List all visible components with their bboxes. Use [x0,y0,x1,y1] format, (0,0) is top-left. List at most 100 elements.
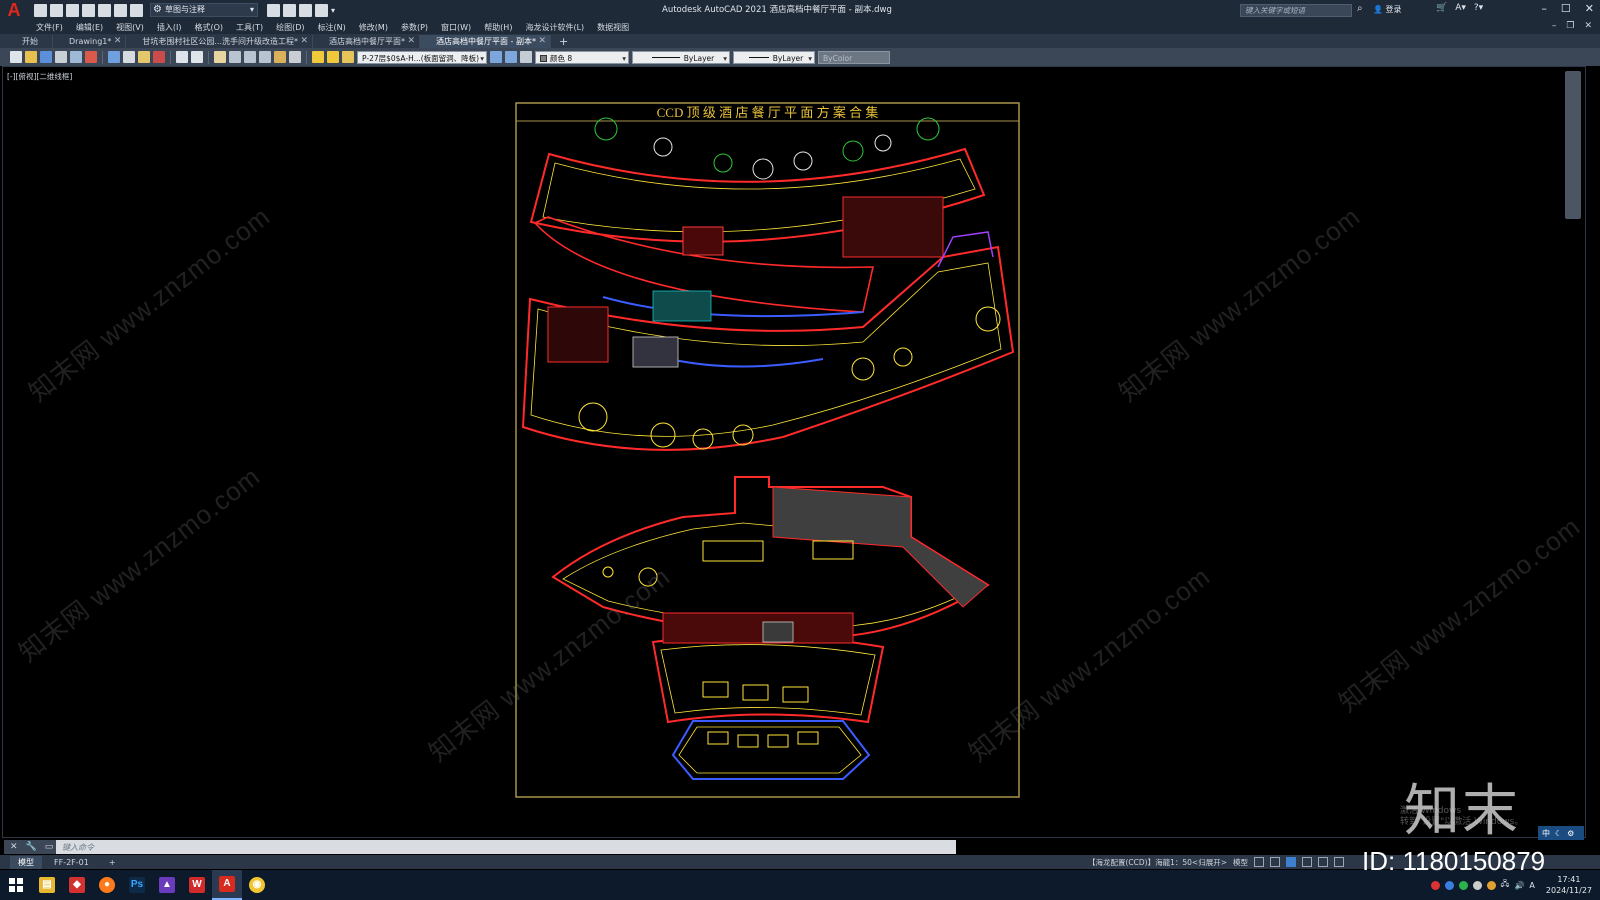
print-icon[interactable] [130,3,143,17]
doc-minimize-icon[interactable]: – [1552,21,1557,31]
menu-item[interactable]: 插入(I) [157,22,182,33]
copy-icon[interactable] [123,51,135,63]
ime-indicator[interactable]: 中 ☾ ⚙ [1538,826,1584,840]
tab-close-icon[interactable]: ✕ [538,35,546,48]
osnap-icon[interactable] [1317,857,1328,867]
tab-close-icon[interactable]: ✕ [114,35,122,48]
save-icon[interactable] [66,3,79,17]
save-as-icon[interactable] [82,3,95,17]
zoom-realtime-icon[interactable] [229,51,241,63]
firefox-icon[interactable]: ● [92,870,122,900]
system-clock[interactable]: 17:41 2024/11/27 [1546,874,1592,896]
save-web-icon[interactable] [114,3,127,17]
login-button[interactable]: 👤 登录 [1373,4,1402,15]
file-tab[interactable]: 酒店高档中餐厅平面 - 副本* ✕ [420,35,551,48]
app-red-icon[interactable]: ◆ [62,870,92,900]
file-tab[interactable]: 酒店高档中餐厅平面* ✕ [313,35,420,48]
make-current-layer-icon[interactable] [490,51,502,63]
menu-item[interactable]: 格式(O) [194,22,223,33]
layer-lock-icon[interactable] [342,51,354,63]
input-language-icon[interactable]: A [1529,881,1534,890]
undo-icon[interactable] [176,51,188,63]
wps-icon[interactable]: W [182,870,212,900]
snap-icon[interactable] [1269,857,1280,867]
drawing-viewport[interactable]: [-][俯视][二维线框] CCD 顶 级 酒 店 餐 厅 平 面 方 案 合 … [2,66,1586,838]
ortho-icon[interactable] [1285,857,1296,867]
cut-icon[interactable] [108,51,120,63]
menu-item[interactable]: 修改(M) [359,22,388,33]
file-explorer-icon[interactable]: ▤ [32,870,62,900]
layer-dropdown[interactable]: P-27层$0$A-H...(板面留洞、降板) [357,50,487,64]
menu-item[interactable]: 标注(N) [318,22,346,33]
plot-icon[interactable] [299,3,312,17]
new-icon[interactable] [10,51,22,63]
tray-app-icon[interactable] [1486,880,1496,890]
tray-app-icon[interactable] [1430,880,1440,890]
floor-plan-drawing[interactable]: CCD 顶 级 酒 店 餐 厅 平 面 方 案 合 集 [3,67,1586,838]
autocad-logo-icon[interactable]: A [0,0,28,20]
navigation-bar[interactable] [1565,71,1581,219]
lineweight-dropdown[interactable]: ByLayer [733,50,815,64]
new-tab-icon[interactable]: + [551,35,576,48]
app-purple-icon[interactable]: ▲ [152,870,182,900]
tab-close-icon[interactable]: ✕ [407,35,415,48]
otrack-icon[interactable] [1333,857,1344,867]
maximize-icon[interactable]: ☐ [1561,2,1571,15]
pan-icon[interactable] [214,51,226,63]
close-command-line-icon[interactable]: ✕ [10,842,18,852]
open-icon[interactable] [25,51,37,63]
search-input[interactable]: 键入关键字或短语 [1240,4,1352,17]
qat-dropdown-icon[interactable]: ▾ [331,6,335,15]
zoom-previous-icon[interactable] [259,51,271,63]
publish-icon[interactable] [267,3,280,17]
menu-item[interactable]: 数据视图 [597,22,629,33]
redo-icon[interactable] [191,51,203,63]
menu-item[interactable]: 编辑(E) [76,22,103,33]
paste-icon[interactable] [138,51,150,63]
file-tab[interactable]: 开始 [6,35,53,48]
grid-icon[interactable] [1253,857,1264,867]
color-dropdown[interactable]: 颜色 8 [535,50,629,64]
model-space-button[interactable]: 模型 [1233,857,1248,868]
layout-tab[interactable]: FF-2F-01 [46,856,97,869]
print-icon[interactable] [55,51,67,63]
design-center-icon[interactable] [289,51,301,63]
menu-item[interactable]: 工具(T) [236,22,263,33]
layer-freeze-icon[interactable] [327,51,339,63]
menu-item[interactable]: 视图(V) [116,22,144,33]
customize-icon[interactable]: 🔧 [26,842,37,852]
publish-icon[interactable] [85,51,97,63]
layout-tab[interactable]: 模型 [10,855,42,869]
layer-previous-icon[interactable] [505,51,517,63]
linetype-dropdown[interactable]: ByLayer [632,50,730,64]
layer-on-icon[interactable] [312,51,324,63]
menu-item[interactable]: 文件(F) [36,22,63,33]
menu-item[interactable]: 绘图(D) [276,22,304,33]
menu-item[interactable]: 窗口(W) [441,22,471,33]
layer-states-icon[interactable] [520,51,532,63]
windows-start-icon[interactable] [0,870,32,900]
file-tab[interactable]: Drawing1* ✕ [53,35,127,48]
close-icon[interactable]: ✕ [1585,2,1594,15]
polar-icon[interactable] [1301,857,1312,867]
command-input[interactable]: 键入命令 [56,842,94,853]
doc-close-icon[interactable]: ✕ [1584,21,1592,31]
open-file-icon[interactable] [50,3,63,17]
wechat-tray-icon[interactable] [1458,880,1468,890]
autodesk-app-icon[interactable]: A▾ [1455,3,1466,13]
doc-restore-icon[interactable]: ❐ [1566,21,1574,31]
tray-app-icon[interactable] [1472,880,1482,890]
share-icon[interactable] [315,3,328,17]
properties-icon[interactable] [283,3,296,17]
tab-close-icon[interactable]: ✕ [300,35,308,48]
menu-item[interactable]: 帮助(H) [484,22,512,33]
minimize-icon[interactable]: – [1541,2,1547,15]
volume-icon[interactable]: 🔊 [1514,881,1524,890]
save-icon[interactable] [40,51,52,63]
tray-app-icon[interactable] [1444,880,1454,890]
workspace-dropdown[interactable]: 草图与注释 [150,3,258,17]
menu-item[interactable]: 参数(P) [401,22,428,33]
cart-icon[interactable]: 🛒 [1436,3,1447,13]
search-icon[interactable]: ⌕ [1357,3,1363,14]
photoshop-icon[interactable]: Ps [122,870,152,900]
